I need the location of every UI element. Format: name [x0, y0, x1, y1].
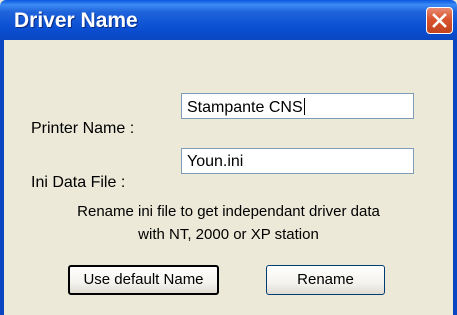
printer-name-label: Printer Name : — [31, 120, 135, 137]
printer-name-value: Stampante CNS — [187, 99, 303, 116]
title-bar[interactable]: Driver Name — [0, 0, 457, 40]
window-frame-right — [453, 40, 457, 315]
text-caret — [303, 98, 305, 115]
printer-name-input[interactable]: Stampante CNS — [181, 93, 414, 119]
use-default-name-button[interactable]: Use default Name — [68, 265, 219, 295]
rename-button[interactable]: Rename — [266, 265, 385, 295]
ini-data-file-label: Ini Data File : — [31, 174, 126, 191]
close-button[interactable] — [426, 7, 453, 34]
ini-data-file-value: Youn.ini — [187, 153, 244, 170]
info-text-line2: with NT, 2000 or XP station — [138, 226, 319, 243]
ini-data-file-input[interactable]: Youn.ini — [181, 148, 414, 174]
window-title: Driver Name — [14, 9, 138, 32]
info-text-line1: Rename ini file to get independant drive… — [77, 203, 380, 220]
close-icon — [432, 13, 447, 28]
window-frame-left — [0, 40, 4, 315]
